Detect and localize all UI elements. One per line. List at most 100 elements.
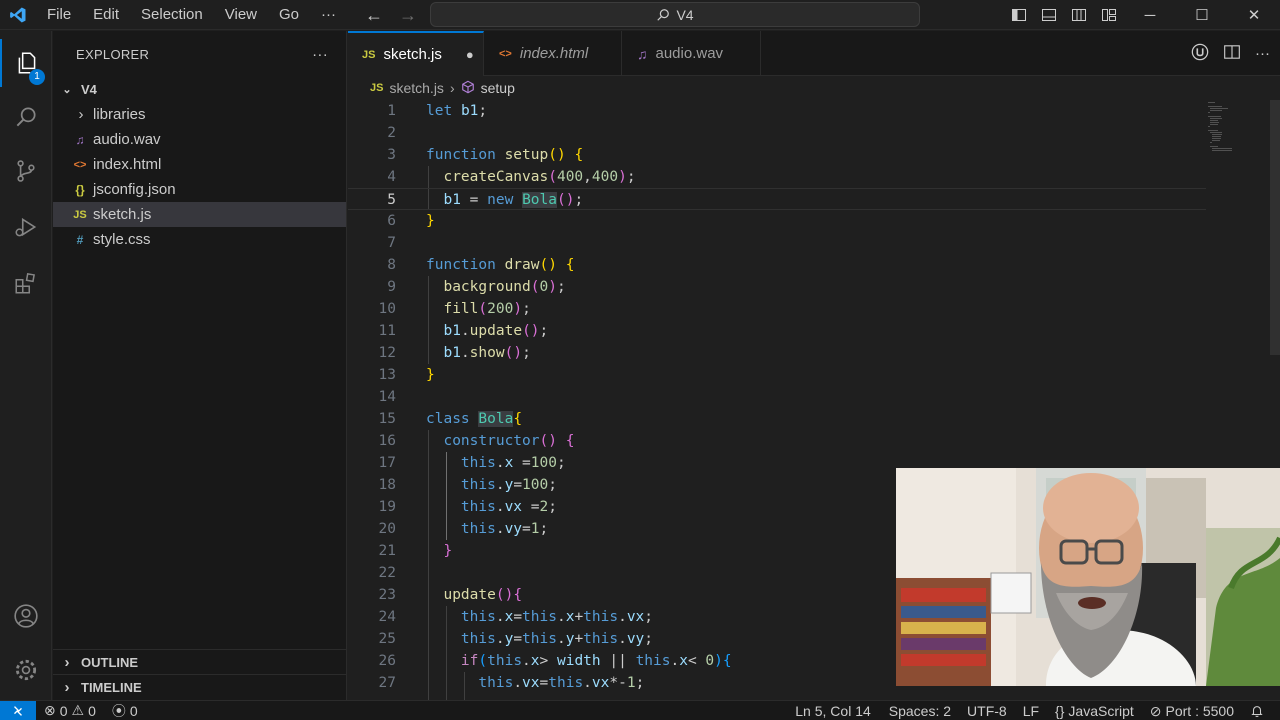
notifications-bell-icon[interactable] bbox=[1242, 704, 1272, 718]
code-line[interactable]: 14 bbox=[348, 386, 1206, 408]
editor-scrollbar[interactable] bbox=[1270, 100, 1280, 355]
code-text: b1.update(); bbox=[443, 323, 549, 339]
code-line[interactable]: 6} bbox=[348, 210, 1206, 232]
breadcrumb-symbol[interactable]: setup bbox=[481, 80, 515, 96]
code-line[interactable]: 10 fill(200); bbox=[348, 298, 1206, 320]
menu-selection[interactable]: Selection bbox=[130, 0, 214, 30]
customize-layout-icon[interactable] bbox=[1094, 0, 1124, 30]
html-file-icon: <> bbox=[73, 158, 87, 171]
code-line[interactable]: 13} bbox=[348, 364, 1206, 386]
line-number: 4 bbox=[387, 169, 396, 185]
line-number: 26 bbox=[378, 653, 396, 669]
maximize-icon[interactable]: ☐ bbox=[1176, 0, 1228, 30]
folder-root-v4[interactable]: ⌄ V4 bbox=[53, 77, 346, 102]
account-icon[interactable] bbox=[0, 592, 52, 640]
live-server-port[interactable]: ⊘ Port : 5500 bbox=[1142, 703, 1242, 720]
minimize-icon[interactable]: ─ bbox=[1124, 0, 1176, 30]
toggle-secondary-sidebar-icon[interactable] bbox=[1064, 0, 1094, 30]
toggle-panel-icon[interactable] bbox=[1034, 0, 1064, 30]
line-number: 6 bbox=[387, 213, 396, 229]
line-number: 24 bbox=[378, 609, 396, 625]
code-line[interactable]: 5 b1 = new Bola(); bbox=[348, 188, 1206, 210]
more-actions-icon[interactable]: ··· bbox=[1255, 45, 1270, 62]
tab-label: sketch.js bbox=[383, 46, 442, 63]
explorer-more-button[interactable]: ··· bbox=[312, 46, 328, 63]
close-window-icon[interactable]: ✕ bbox=[1228, 0, 1280, 30]
tree-item-index-html[interactable]: <> index.html bbox=[53, 152, 346, 177]
code-text: b1 = new Bola(); bbox=[443, 192, 584, 208]
back-arrow-icon[interactable]: ← bbox=[362, 5, 386, 26]
line-number: 1 bbox=[387, 103, 396, 119]
source-control-icon[interactable] bbox=[0, 147, 52, 195]
presenter-video-image bbox=[896, 468, 1280, 686]
ports-indicator[interactable]: ⦿ 0 bbox=[104, 701, 146, 720]
tree-item-label: style.css bbox=[93, 231, 151, 248]
ports-count: 0 bbox=[129, 702, 138, 719]
timeline-section[interactable]: › TIMELINE bbox=[53, 674, 346, 699]
menu-view[interactable]: View bbox=[214, 0, 268, 30]
end-of-line[interactable]: LF bbox=[1015, 703, 1047, 719]
code-line[interactable]: 8 function draw() { bbox=[348, 254, 1206, 276]
menu-edit[interactable]: Edit bbox=[82, 0, 130, 30]
outline-section[interactable]: › OUTLINE bbox=[53, 649, 346, 674]
remote-indicator-icon[interactable] bbox=[0, 700, 36, 720]
cursor-position[interactable]: Ln 5, Col 14 bbox=[787, 703, 879, 719]
explorer-icon[interactable]: 1 bbox=[0, 39, 52, 87]
line-number: 16 bbox=[378, 433, 396, 449]
unsaved-dot-icon[interactable]: ● bbox=[466, 47, 474, 62]
no-entry-icon: ⊘ bbox=[1149, 702, 1162, 719]
code-text: createCanvas(400,400); bbox=[443, 169, 636, 185]
command-center-search[interactable]: V4 bbox=[430, 2, 920, 27]
js-file-icon: JS bbox=[362, 48, 376, 61]
language-mode[interactable]: {} JavaScript bbox=[1047, 703, 1142, 719]
toggle-primary-sidebar-icon[interactable] bbox=[1004, 0, 1034, 30]
tree-item-jsconfig[interactable]: {} jsconfig.json bbox=[53, 177, 346, 202]
tab-index-html[interactable]: <> index.html bbox=[485, 31, 622, 76]
code-text: b1.show(); bbox=[443, 345, 531, 361]
code-line[interactable]: 4 createCanvas(400,400); bbox=[348, 166, 1206, 188]
error-count: 0 bbox=[59, 702, 68, 719]
live-share-icon[interactable] bbox=[1191, 43, 1209, 64]
tab-sketch-js[interactable]: JS sketch.js ● bbox=[348, 31, 484, 76]
code-line[interactable]: 7 bbox=[348, 232, 1206, 254]
command-center-label: V4 bbox=[676, 6, 694, 23]
tree-item-libraries[interactable]: › libraries bbox=[53, 102, 346, 127]
code-line[interactable]: 9 background(0); bbox=[348, 276, 1206, 298]
split-editor-icon[interactable] bbox=[1223, 43, 1241, 64]
tree-item-label: jsconfig.json bbox=[93, 181, 176, 198]
audio-file-icon: ♫ bbox=[637, 45, 648, 62]
run-debug-icon[interactable] bbox=[0, 203, 52, 251]
menu-more-button[interactable]: ··· bbox=[310, 0, 347, 30]
line-number: 2 bbox=[387, 125, 396, 141]
code-line[interactable]: 16 constructor() { bbox=[348, 430, 1206, 452]
code-line[interactable]: 1 let b1; bbox=[348, 100, 1206, 122]
search-view-icon[interactable] bbox=[0, 93, 52, 141]
indentation[interactable]: Spaces: 2 bbox=[879, 703, 959, 719]
tree-item-sketch-js[interactable]: JS sketch.js bbox=[53, 202, 346, 227]
menu-file[interactable]: File bbox=[36, 0, 82, 30]
port-label: Port : 5500 bbox=[1165, 703, 1235, 719]
tree-item-style-css[interactable]: # style.css bbox=[53, 227, 346, 252]
menu-go[interactable]: Go bbox=[268, 0, 310, 30]
code-line[interactable]: 3 function setup() { bbox=[348, 144, 1206, 166]
breadcrumb-file[interactable]: sketch.js bbox=[389, 80, 443, 96]
code-line[interactable]: 15 class Bola{ bbox=[348, 408, 1206, 430]
encoding[interactable]: UTF-8 bbox=[959, 703, 1015, 719]
extensions-icon[interactable] bbox=[0, 259, 52, 307]
code-text: if(this.x> width || this.x< 0){ bbox=[460, 653, 732, 669]
editor-tab-bar: JS sketch.js ● <> index.html ♫ audio.wav… bbox=[348, 31, 1280, 76]
code-line[interactable]: 11 b1.update(); bbox=[348, 320, 1206, 342]
problems-indicator[interactable]: ⊗ 0 ⚠ 0 bbox=[36, 702, 104, 719]
chevron-right-icon: › bbox=[449, 80, 455, 96]
tab-audio-wav[interactable]: ♫ audio.wav bbox=[623, 31, 761, 76]
forward-arrow-icon[interactable]: → bbox=[396, 5, 420, 26]
settings-gear-icon[interactable] bbox=[0, 646, 52, 694]
code-text: this.vx =2; bbox=[460, 499, 557, 515]
line-number: 25 bbox=[378, 631, 396, 647]
code-line[interactable]: 12 b1.show(); bbox=[348, 342, 1206, 364]
tree-item-audio[interactable]: ♫ audio.wav bbox=[53, 127, 346, 152]
folder-root-label: V4 bbox=[81, 82, 97, 97]
code-line[interactable]: 2 bbox=[348, 122, 1206, 144]
code-text: function draw() { bbox=[426, 257, 575, 273]
braces-icon: {} bbox=[1055, 703, 1065, 719]
